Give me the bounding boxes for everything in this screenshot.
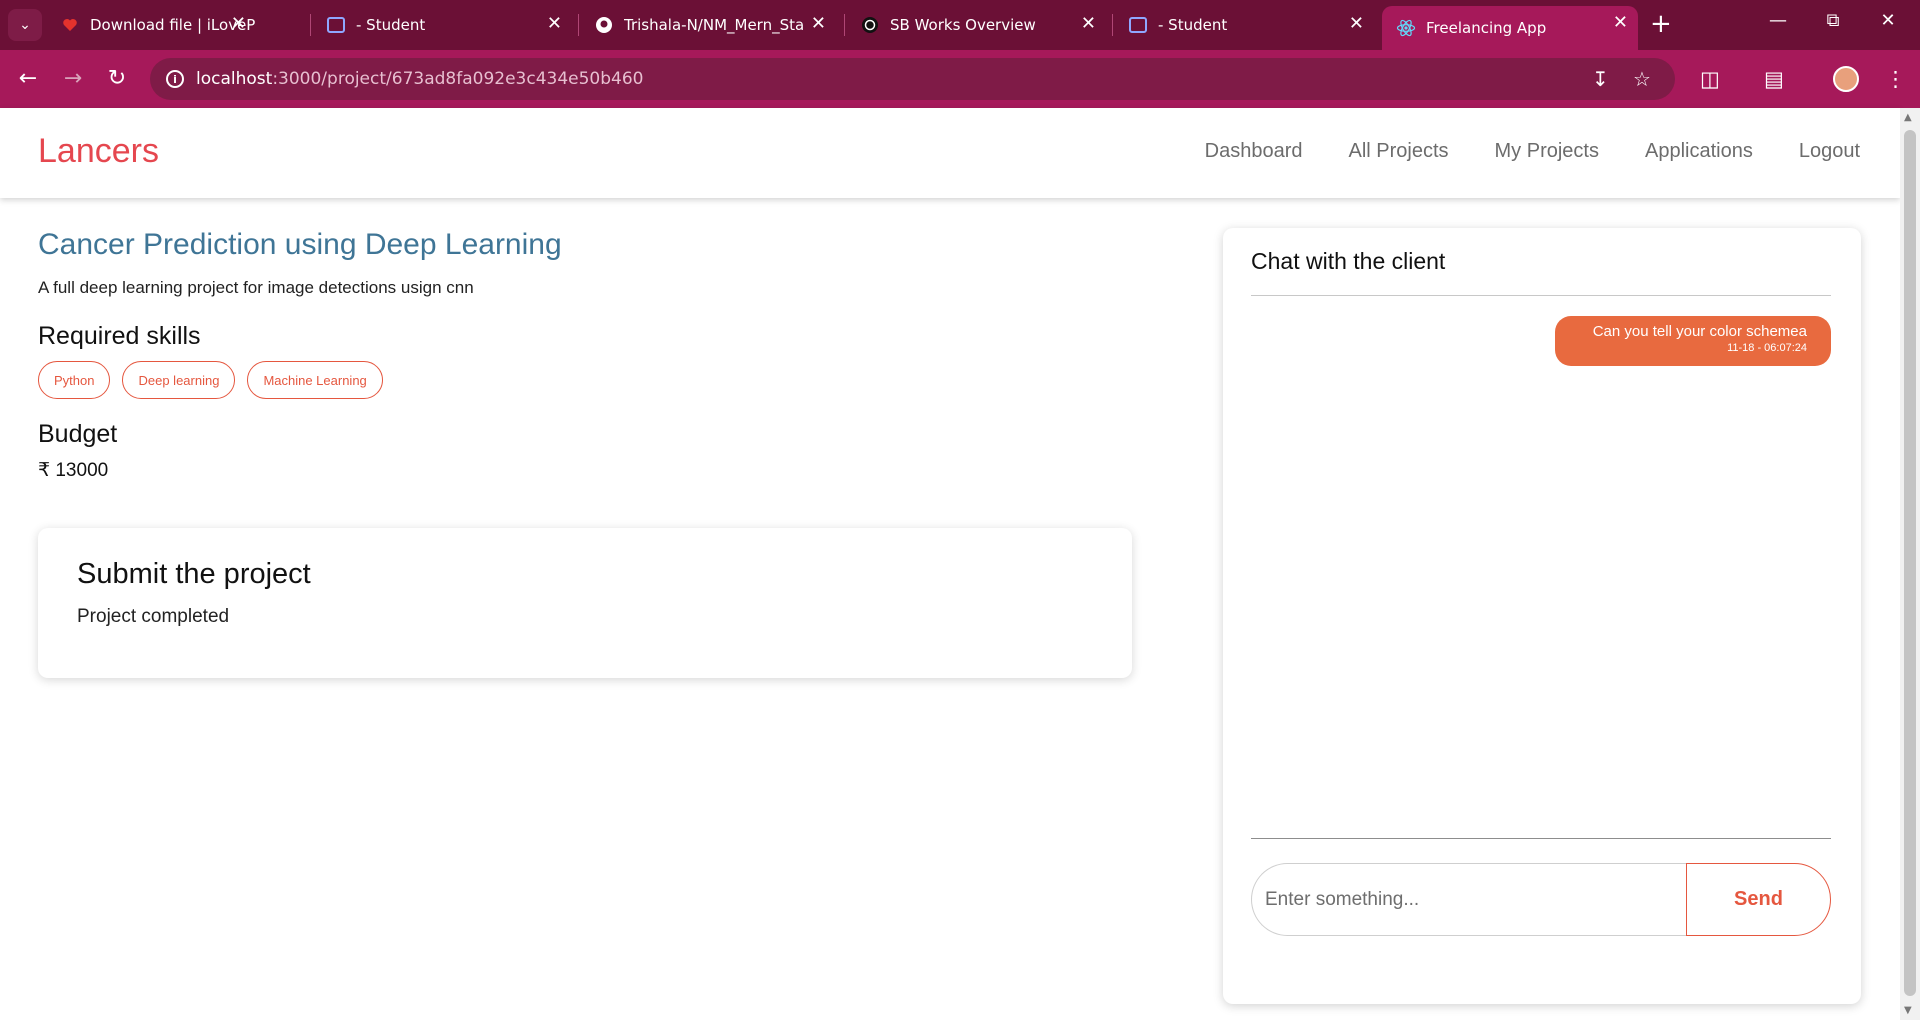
tab-ilovepdf[interactable]: Download file | iLovePDF ✕ <box>46 7 256 43</box>
openai-icon <box>860 15 880 35</box>
react-icon <box>1396 18 1416 38</box>
tab-divider <box>844 14 845 36</box>
skill-tag: Python <box>38 361 111 399</box>
install-app-icon[interactable]: ↧ <box>1592 67 1609 91</box>
close-icon[interactable]: ✕ <box>811 15 826 33</box>
close-icon[interactable]: ✕ <box>1081 15 1096 33</box>
url-text[interactable]: localhost:3000/project/673ad8fa092e3c434… <box>196 69 643 89</box>
close-icon[interactable]: ✕ <box>547 15 562 33</box>
tab-github[interactable]: Trishala-N/NM_Mern_Stack ✕ <box>580 7 836 43</box>
budget-value: ₹ 13000 <box>38 460 109 481</box>
tab-freelancing-app[interactable]: Freelancing App ✕ <box>1382 6 1638 50</box>
nav-applications[interactable]: Applications <box>1645 140 1753 163</box>
skills-heading: Required skills <box>38 322 201 350</box>
skill-tag: Machine Learning <box>247 361 383 399</box>
project-description: A full deep learning project for image d… <box>38 278 474 297</box>
page-icon <box>326 15 346 35</box>
close-icon[interactable]: ✕ <box>231 15 246 33</box>
send-button[interactable]: Send <box>1686 863 1831 936</box>
profile-avatar[interactable] <box>1833 66 1859 92</box>
tab-divider <box>1112 14 1113 36</box>
tab-sb-works[interactable]: SB Works Overview ✕ <box>846 7 1106 43</box>
brand-logo[interactable]: Lancers <box>38 132 159 171</box>
message-text: Can you tell your color schemea <box>1592 323 1807 340</box>
address-bar[interactable]: i localhost:3000/project/673ad8fa092e3c4… <box>150 58 1675 100</box>
tab-student-2[interactable]: - Student ✕ <box>1114 7 1374 43</box>
reading-list-icon[interactable]: ▤ <box>1764 67 1784 91</box>
top-navbar: Lancers Dashboard All Projects My Projec… <box>0 108 1900 198</box>
page-scrollbar[interactable]: ▲ ▼ <box>1900 108 1920 1020</box>
nav-logout[interactable]: Logout <box>1799 140 1860 163</box>
tab-student-1[interactable]: - Student ✕ <box>312 7 572 43</box>
tab-label: Trishala-N/NM_Mern_Stack <box>624 16 804 34</box>
heart-icon <box>60 15 80 35</box>
skills-list: Python Deep learning Machine Learning <box>38 361 383 399</box>
scroll-thumb[interactable] <box>1904 130 1916 996</box>
tab-label: - Student <box>1158 16 1228 34</box>
chat-divider <box>1251 838 1831 839</box>
skill-tag: Deep learning <box>122 361 236 399</box>
chat-message-input[interactable] <box>1251 863 1687 936</box>
nav-dashboard[interactable]: Dashboard <box>1205 140 1303 163</box>
url-path: :3000/project/673ad8fa092e3c434e50b460 <box>272 69 644 89</box>
project-title: Cancer Prediction using Deep Learning <box>38 228 562 261</box>
chat-divider <box>1251 295 1831 296</box>
tab-divider <box>310 14 311 36</box>
close-icon[interactable]: ✕ <box>1349 15 1364 33</box>
scroll-down-icon[interactable]: ▼ <box>1904 1005 1912 1016</box>
menu-kebab-icon[interactable]: ⋮ <box>1885 67 1906 91</box>
new-tab-icon[interactable]: + <box>1650 10 1672 38</box>
url-host: localhost <box>196 69 273 89</box>
chat-heading: Chat with the client <box>1251 248 1446 274</box>
tab-label: Freelancing App <box>1426 19 1547 37</box>
window-close-icon[interactable]: ✕ <box>1873 10 1903 31</box>
github-icon <box>594 15 614 35</box>
submit-heading: Submit the project <box>77 558 311 590</box>
submit-project-card: Submit the project Project completed <box>38 528 1132 678</box>
page-content: Lancers Dashboard All Projects My Projec… <box>0 108 1900 1020</box>
reload-icon[interactable]: ↻ <box>103 65 131 93</box>
forward-icon[interactable]: → <box>59 65 87 93</box>
chat-panel: Chat with the client Can you tell your c… <box>1223 228 1861 1004</box>
restore-icon[interactable]: ⧉ <box>1818 10 1848 31</box>
site-info-icon[interactable]: i <box>166 70 184 88</box>
browser-toolbar: ← → ↻ i localhost:3000/project/673ad8fa0… <box>0 50 1920 108</box>
page-icon <box>1128 15 1148 35</box>
minimize-icon[interactable]: — <box>1763 10 1793 31</box>
nav-all-projects[interactable]: All Projects <box>1348 140 1448 163</box>
message-time: 11-18 - 06:07:24 <box>1727 342 1807 354</box>
nav-links: Dashboard All Projects My Projects Appli… <box>1205 140 1860 163</box>
back-icon[interactable]: ← <box>14 65 42 93</box>
browser-tab-bar: ⌄ Download file | iLovePDF ✕ - Student ✕… <box>0 0 1920 50</box>
tab-search-icon[interactable]: ⌄ <box>8 9 42 41</box>
nav-my-projects[interactable]: My Projects <box>1495 140 1599 163</box>
tab-label: SB Works Overview <box>890 16 1036 34</box>
scroll-up-icon[interactable]: ▲ <box>1904 112 1912 123</box>
chat-message: Can you tell your color schemea 11-18 - … <box>1555 316 1831 366</box>
submit-status: Project completed <box>77 606 230 627</box>
budget-heading: Budget <box>38 420 118 448</box>
tab-divider <box>578 14 579 36</box>
extensions-icon[interactable]: ◫ <box>1700 67 1720 91</box>
close-icon[interactable]: ✕ <box>1613 14 1628 32</box>
tab-label: - Student <box>356 16 426 34</box>
bookmark-star-icon[interactable]: ☆ <box>1633 67 1651 91</box>
